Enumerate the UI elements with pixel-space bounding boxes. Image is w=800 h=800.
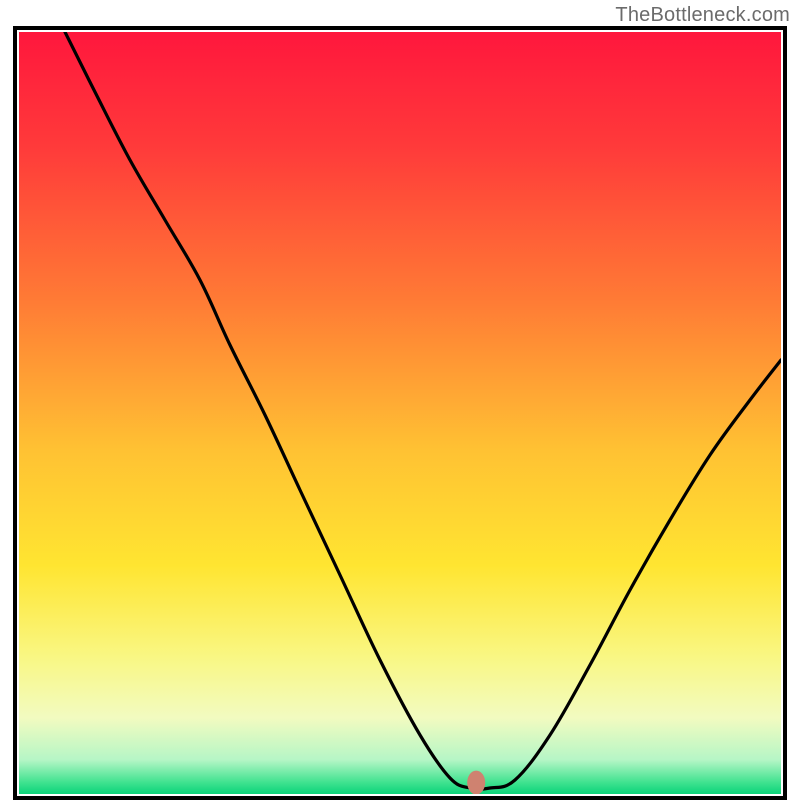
bottleneck-chart: [0, 0, 800, 800]
watermark-text: TheBottleneck.com: [615, 4, 790, 27]
marker-point: [467, 771, 485, 795]
heat-gradient: [19, 32, 781, 794]
chart-container: TheBottleneck.com: [0, 0, 800, 800]
